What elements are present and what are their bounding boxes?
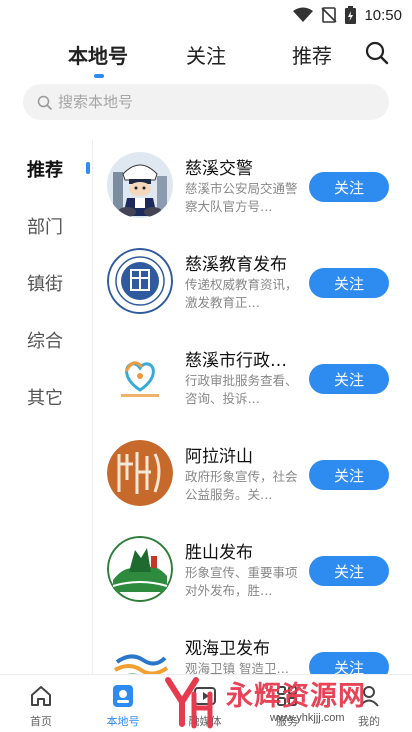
nav-label: 我的 [358, 715, 380, 728]
nav-home[interactable]: 首页 [0, 675, 82, 732]
sidebar-item-departments[interactable]: 部门 [27, 213, 63, 239]
media-icon [194, 687, 216, 705]
account-description: 政府形象宣传，社会公益服务。关… [185, 469, 298, 502]
nav-profile[interactable]: 我的 [328, 675, 410, 732]
nav-label: 服务 [276, 715, 298, 728]
account-description: 观海卫镇 智造卫… [185, 661, 289, 674]
account-name: 慈溪交警 [185, 159, 253, 179]
app-screen: 10:50 本地号 关注 推荐 推荐 部门 镇街 综合 其它 [0, 0, 412, 732]
battery-icon [345, 6, 357, 24]
search-icon [365, 41, 389, 65]
status-time: 10:50 [364, 6, 402, 24]
nav-service[interactable]: 服务 [246, 675, 328, 732]
tab-local-accounts[interactable]: 本地号 [68, 40, 128, 69]
tab-recommended[interactable]: 推荐 [292, 40, 332, 69]
calligraphy-seal-icon [107, 440, 173, 506]
account-name: 慈溪市行政… [185, 351, 287, 371]
sidebar-active-indicator [86, 162, 90, 174]
list-item[interactable]: 慈溪交警 慈溪市公安局交通警察大队官方号… 关注 [93, 140, 412, 236]
education-seal-icon [107, 248, 173, 314]
nav-local-accounts[interactable]: 本地号 [82, 675, 164, 732]
wifi-icon [293, 7, 314, 22]
bottom-nav: 首页 本地号 融媒体 服务 我的 [0, 674, 412, 732]
list-item[interactable]: 观海卫发布 观海卫镇 智造卫… 关注 [93, 620, 412, 674]
status-bar: 10:50 [0, 0, 412, 30]
list-item[interactable]: 慈溪市行政… 行政审批服务查看、咨询、投诉… 关注 [93, 332, 412, 428]
account-list: 慈溪交警 慈溪市公安局交通警察大队官方号… 关注 慈溪教育发布 传递权威教育资讯… [93, 140, 412, 674]
account-name: 胜山发布 [185, 543, 253, 563]
nav-label: 融媒体 [188, 715, 222, 728]
police-mascot-icon [107, 152, 173, 218]
tab-following[interactable]: 关注 [186, 40, 226, 69]
follow-button[interactable]: 关注 [309, 556, 389, 586]
account-name: 阿拉浒山 [185, 447, 253, 467]
account-name: 慈溪教育发布 [185, 255, 287, 275]
search-icon [37, 95, 52, 110]
follow-button[interactable]: 关注 [309, 460, 389, 490]
account-description: 传递权威教育资讯，激发教育正… [185, 277, 298, 310]
list-item[interactable]: 慈溪教育发布 传递权威教育资讯，激发教育正… 关注 [93, 236, 412, 332]
nav-label: 首页 [30, 715, 52, 728]
account-description: 慈溪市公安局交通警察大队官方号… [185, 181, 298, 214]
heart-logo-icon [107, 344, 173, 410]
local-account-icon [113, 685, 133, 707]
category-sidebar: 推荐 部门 镇街 综合 其它 [0, 140, 92, 674]
service-icon [277, 686, 297, 706]
top-tabs: 本地号 关注 推荐 [0, 36, 412, 82]
sidebar-item-others[interactable]: 其它 [27, 384, 63, 410]
search-input[interactable] [58, 93, 338, 111]
account-description: 形象宣传、重要事项对外发布，胜… [185, 565, 298, 598]
account-name: 观海卫发布 [185, 639, 270, 659]
search-button[interactable] [364, 40, 392, 68]
profile-icon [359, 686, 379, 707]
follow-button[interactable]: 关注 [309, 652, 389, 674]
sidebar-item-general[interactable]: 综合 [27, 327, 63, 353]
landscape-logo-icon [107, 536, 173, 602]
nav-label: 本地号 [106, 715, 140, 728]
wave-logo-icon [107, 632, 173, 674]
sidebar-item-towns[interactable]: 镇街 [27, 270, 63, 296]
follow-button[interactable]: 关注 [309, 172, 389, 202]
account-description: 行政审批服务查看、咨询、投诉… [185, 373, 298, 406]
home-icon [31, 686, 51, 706]
no-sim-icon [321, 7, 338, 23]
follow-button[interactable]: 关注 [309, 268, 389, 298]
list-item[interactable]: 胜山发布 形象宣传、重要事项对外发布，胜… 关注 [93, 524, 412, 620]
tab-indicator [94, 74, 104, 78]
nav-media[interactable]: 融媒体 [164, 675, 246, 732]
list-item[interactable]: 阿拉浒山 政府形象宣传，社会公益服务。关… 关注 [93, 428, 412, 524]
follow-button[interactable]: 关注 [309, 364, 389, 394]
search-bar[interactable] [23, 84, 389, 120]
sidebar-item-recommended[interactable]: 推荐 [27, 156, 63, 182]
